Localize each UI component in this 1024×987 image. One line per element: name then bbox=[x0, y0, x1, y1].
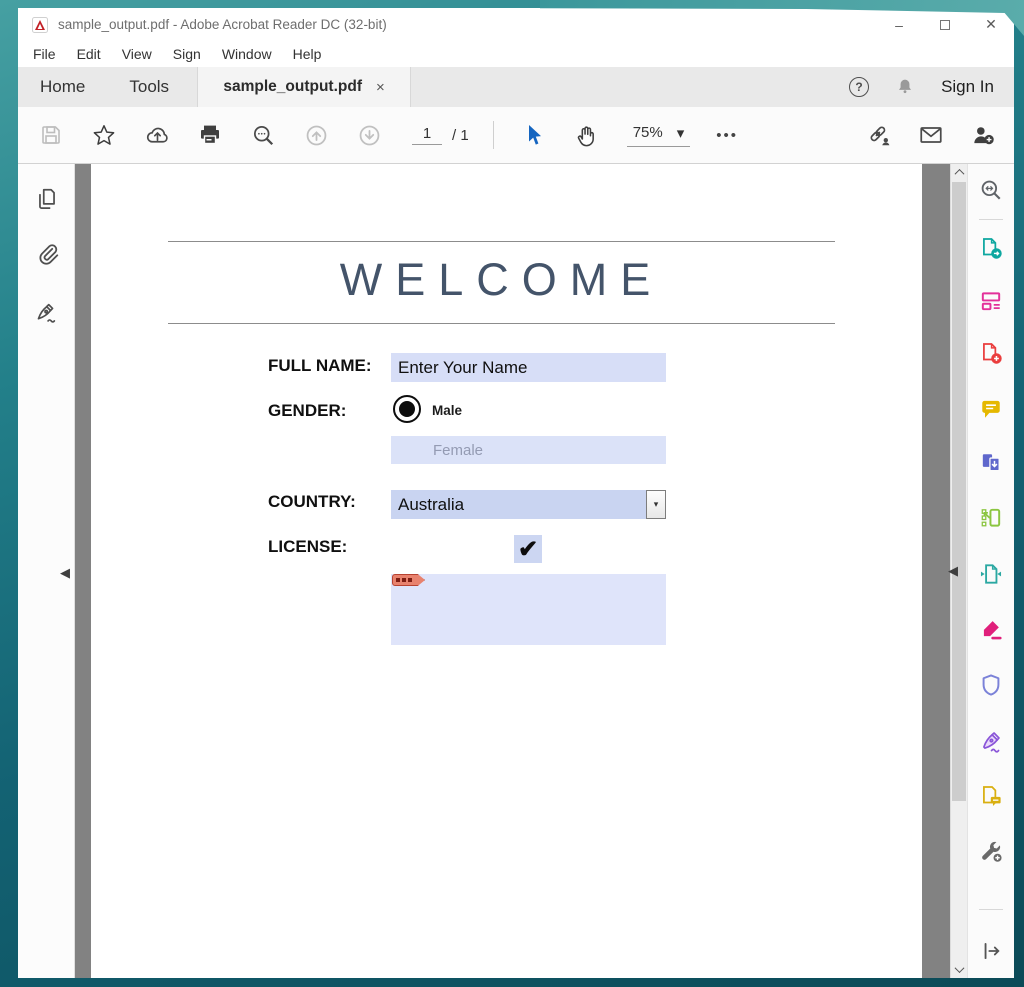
country-dropdown[interactable]: Australia ▾ bbox=[391, 490, 666, 519]
organize-pages-icon[interactable] bbox=[978, 505, 1004, 531]
zoom-level-control[interactable]: 75% ▾ bbox=[627, 124, 691, 147]
license-label: LICENSE: bbox=[268, 537, 347, 557]
right-tools-rail bbox=[967, 164, 1014, 978]
tab-close-icon[interactable]: × bbox=[376, 79, 385, 96]
left-panel-collapse-paddle[interactable]: ◀ bbox=[60, 565, 70, 581]
menu-help[interactable]: Help bbox=[293, 46, 322, 62]
tab-home[interactable]: Home bbox=[18, 67, 107, 107]
more-options-icon[interactable]: ••• bbox=[716, 127, 738, 144]
country-value: Australia bbox=[391, 490, 646, 519]
page-total-label: / 1 bbox=[452, 127, 469, 144]
checkmark-icon: ✔ bbox=[518, 535, 538, 564]
toolbar: 1 / 1 75% ▾ ••• bbox=[18, 107, 1014, 164]
document-canvas: WELCOME FULL NAME: Enter Your Name GENDE… bbox=[75, 164, 950, 978]
acrobat-app-icon bbox=[32, 17, 48, 33]
hand-tool-icon[interactable] bbox=[574, 122, 600, 148]
radio-selected-dot bbox=[399, 401, 415, 417]
tab-bar: Home Tools sample_output.pdf × ? Sign In bbox=[18, 67, 1014, 107]
page-number-input[interactable]: 1 bbox=[412, 125, 442, 145]
country-dropdown-button[interactable]: ▾ bbox=[646, 490, 666, 519]
sign-in-button[interactable]: Sign In bbox=[941, 77, 994, 97]
acrobat-window: sample_output.pdf - Adobe Acrobat Reader… bbox=[18, 8, 1014, 978]
notifications-bell-icon[interactable] bbox=[895, 77, 915, 97]
menu-window[interactable]: Window bbox=[222, 46, 272, 62]
rail-divider bbox=[979, 909, 1003, 910]
menu-edit[interactable]: Edit bbox=[77, 46, 101, 62]
maximize-icon bbox=[940, 20, 950, 30]
create-pdf-icon[interactable] bbox=[978, 340, 1004, 366]
edit-pdf-icon[interactable] bbox=[978, 288, 1004, 314]
combine-files-icon[interactable] bbox=[978, 450, 1004, 476]
document-title: WELCOME bbox=[168, 254, 835, 306]
scrollbar-thumb[interactable] bbox=[952, 182, 966, 801]
export-pdf-icon[interactable] bbox=[978, 235, 1004, 261]
fill-sign-icon[interactable] bbox=[978, 616, 1004, 642]
page-thumbnails-icon[interactable] bbox=[32, 184, 62, 214]
cloud-upload-icon[interactable] bbox=[144, 122, 170, 148]
star-favorite-icon[interactable] bbox=[91, 122, 117, 148]
certificates-pen-icon[interactable] bbox=[978, 728, 1004, 754]
full-name-value: Enter Your Name bbox=[398, 358, 527, 378]
window-title: sample_output.pdf - Adobe Acrobat Reader… bbox=[58, 17, 387, 32]
title-rule-top bbox=[168, 241, 835, 242]
dropdown-caret-icon: ▾ bbox=[654, 499, 659, 510]
title-rule-bottom bbox=[168, 323, 835, 324]
rail-divider bbox=[979, 219, 1003, 220]
scroll-up-button[interactable] bbox=[951, 164, 967, 181]
comments-textarea[interactable] bbox=[391, 574, 666, 645]
chevron-up-icon bbox=[954, 169, 964, 179]
minimize-button[interactable]: – bbox=[876, 8, 922, 41]
tab-document-label: sample_output.pdf bbox=[223, 78, 362, 96]
desktop-background: sample_output.pdf - Adobe Acrobat Reader… bbox=[0, 0, 1024, 987]
chevron-down-icon bbox=[954, 963, 964, 973]
maximize-button[interactable] bbox=[922, 8, 968, 41]
annotation-note-tag[interactable] bbox=[392, 574, 425, 586]
save-icon[interactable] bbox=[38, 122, 64, 148]
main-area: ◀ WELCOME FULL NAME: Enter Your Name GEN… bbox=[18, 164, 1014, 978]
country-label: COUNTRY: bbox=[268, 492, 356, 512]
email-icon[interactable] bbox=[918, 122, 944, 148]
toolbar-separator bbox=[493, 121, 494, 149]
menu-file[interactable]: File bbox=[33, 46, 56, 62]
share-link-icon[interactable] bbox=[866, 122, 892, 148]
signatures-pen-icon[interactable] bbox=[32, 297, 62, 327]
tab-document[interactable]: sample_output.pdf × bbox=[197, 67, 411, 107]
close-button[interactable]: ✕ bbox=[968, 8, 1014, 41]
gender-label: GENDER: bbox=[268, 401, 346, 421]
license-checkbox[interactable]: ✔ bbox=[514, 535, 542, 563]
comment-icon[interactable] bbox=[978, 396, 1004, 422]
send-for-comments-icon[interactable] bbox=[978, 783, 1004, 809]
print-icon[interactable] bbox=[197, 122, 223, 148]
compress-pdf-icon[interactable] bbox=[978, 561, 1004, 587]
title-bar: sample_output.pdf - Adobe Acrobat Reader… bbox=[18, 8, 1014, 41]
page-down-icon[interactable] bbox=[356, 122, 382, 148]
menu-bar: File Edit View Sign Window Help bbox=[18, 41, 1014, 67]
left-panel-rail: ◀ bbox=[18, 164, 75, 978]
more-tools-wrench-icon[interactable] bbox=[978, 838, 1004, 864]
gender-male-label: Male bbox=[432, 403, 462, 418]
collapse-rail-icon[interactable] bbox=[978, 938, 1004, 964]
select-tool-icon[interactable] bbox=[521, 122, 547, 148]
attachments-paperclip-icon[interactable] bbox=[32, 239, 62, 269]
right-panel-expand-paddle[interactable]: ◀ bbox=[948, 563, 958, 579]
full-name-label: FULL NAME: bbox=[268, 356, 372, 376]
menu-view[interactable]: View bbox=[122, 46, 152, 62]
person-add-icon[interactable] bbox=[970, 122, 996, 148]
protect-shield-icon[interactable] bbox=[978, 672, 1004, 698]
tab-tools[interactable]: Tools bbox=[107, 67, 191, 107]
search-zoom-icon[interactable] bbox=[250, 122, 276, 148]
help-icon[interactable]: ? bbox=[849, 77, 869, 97]
gender-female-text: Female bbox=[433, 442, 483, 459]
search-tools-icon[interactable] bbox=[978, 177, 1004, 203]
gender-male-radio[interactable] bbox=[393, 395, 421, 423]
full-name-input[interactable]: Enter Your Name bbox=[391, 353, 666, 382]
menu-sign[interactable]: Sign bbox=[173, 46, 201, 62]
page-up-icon[interactable] bbox=[303, 122, 329, 148]
gender-female-field[interactable]: Female bbox=[391, 436, 666, 464]
zoom-caret-icon: ▾ bbox=[677, 124, 685, 142]
pdf-page: WELCOME FULL NAME: Enter Your Name GENDE… bbox=[91, 164, 922, 978]
scroll-down-button[interactable] bbox=[951, 961, 967, 978]
zoom-level-value: 75% bbox=[633, 124, 663, 141]
